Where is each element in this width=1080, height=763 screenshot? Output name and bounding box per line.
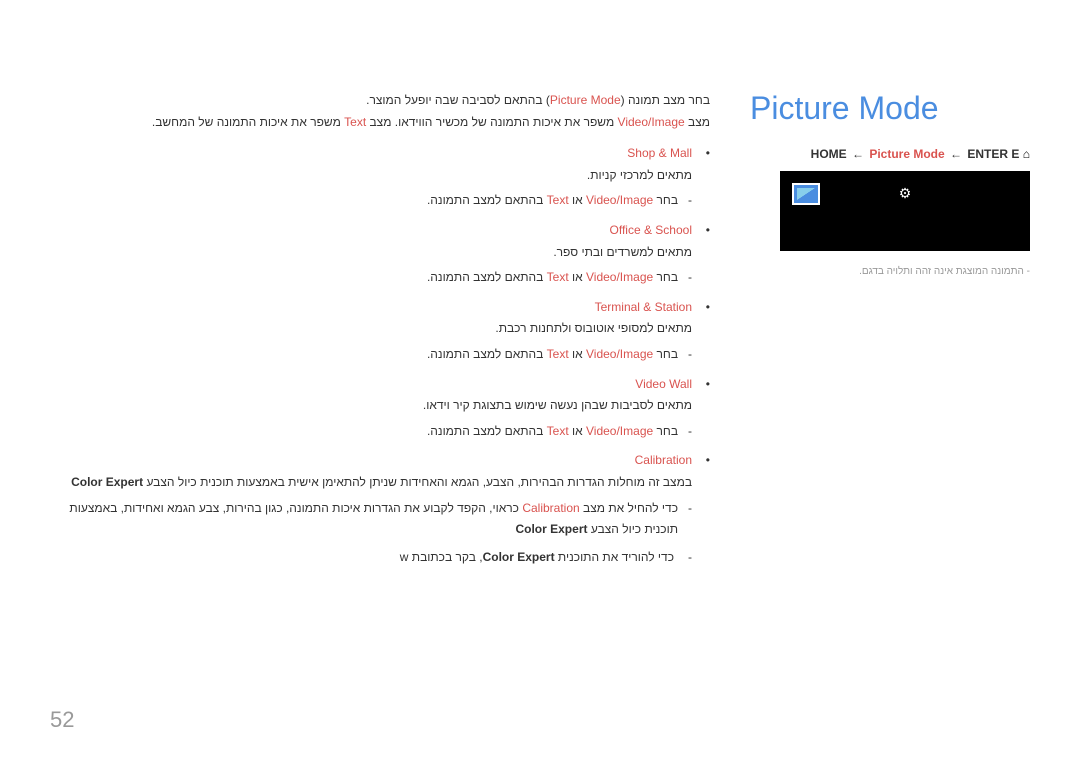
sub-item: בחר Video/Image או Text בהתאם למצב התמונ… — [50, 267, 692, 289]
arrow-icon: ← — [852, 147, 864, 161]
cal-sub1: כדי להחיל את מצב Calibration כראוי, הקפד… — [50, 498, 692, 541]
cal-line1: במצב זה מוחלות הגדרות הבהירות, הצבע, הגמ… — [50, 472, 692, 494]
intro-line2: מצב Video/Image משפר את איכות התמונה של … — [50, 112, 710, 134]
cal-download: כדי להוריד את התוכנית Color Expert, בקר … — [50, 547, 692, 569]
page-number: 52 — [50, 707, 74, 733]
page-title: Picture Mode — [750, 90, 1030, 127]
mode-calibration: Calibration במצב זה מוחלות הגדרות הבהירו… — [50, 450, 710, 568]
breadcrumb: ⌂ HOME ← Picture Mode ← ENTER E — [750, 147, 1030, 161]
main-content: בחר מצב תמונה (Picture Mode) בהתאם לסביב… — [50, 90, 710, 576]
sub-item: בחר Video/Image או Text בהתאם למצב התמונ… — [50, 190, 692, 212]
page-container: Picture Mode ⌂ HOME ← Picture Mode ← ENT… — [0, 0, 1080, 606]
mode-shop-mall: Shop & Mall מתאים למרכזי קניות. בחר Vide… — [50, 143, 710, 212]
sidebar: Picture Mode ⌂ HOME ← Picture Mode ← ENT… — [750, 90, 1030, 576]
sub-item: בחר Video/Image או Text בהתאם למצב התמונ… — [50, 421, 692, 443]
sub-item: בחר Video/Image או Text בהתאם למצב התמונ… — [50, 344, 692, 366]
intro-text: בחר מצב תמונה (Picture Mode) בהתאם לסביב… — [50, 90, 710, 568]
modes-list: Shop & Mall מתאים למרכזי קניות. בחר Vide… — [50, 143, 710, 568]
intro-line1: בחר מצב תמונה (Picture Mode) בהתאם לסביב… — [50, 90, 710, 112]
hyphen: - — [1027, 266, 1030, 277]
note: - התמונה המוצגת אינה זהה ותלויה בדגם. — [750, 266, 1030, 277]
breadcrumb-home: HOME — [811, 147, 847, 161]
breadcrumb-enter: ENTER E — [967, 147, 1019, 161]
note-text: התמונה המוצגת אינה זהה ותלויה בדגם. — [859, 266, 1024, 277]
screen-preview: ⚙ — [780, 171, 1030, 251]
mode-office-school: Office & School מתאים למשרדים ובתי ספר. … — [50, 220, 710, 289]
settings-icon: ⚙ — [899, 185, 912, 202]
breadcrumb-picture-mode: Picture Mode — [869, 147, 944, 161]
arrow-icon: ← — [950, 147, 962, 161]
picture-icon — [792, 183, 820, 205]
home-icon: ⌂ — [1023, 147, 1030, 161]
mode-video-wall: Video Wall מתאים לסביבות שבהן נעשה שימוש… — [50, 374, 710, 443]
mode-terminal-station: Terminal & Station מתאים למסופי אוטובוס … — [50, 297, 710, 366]
